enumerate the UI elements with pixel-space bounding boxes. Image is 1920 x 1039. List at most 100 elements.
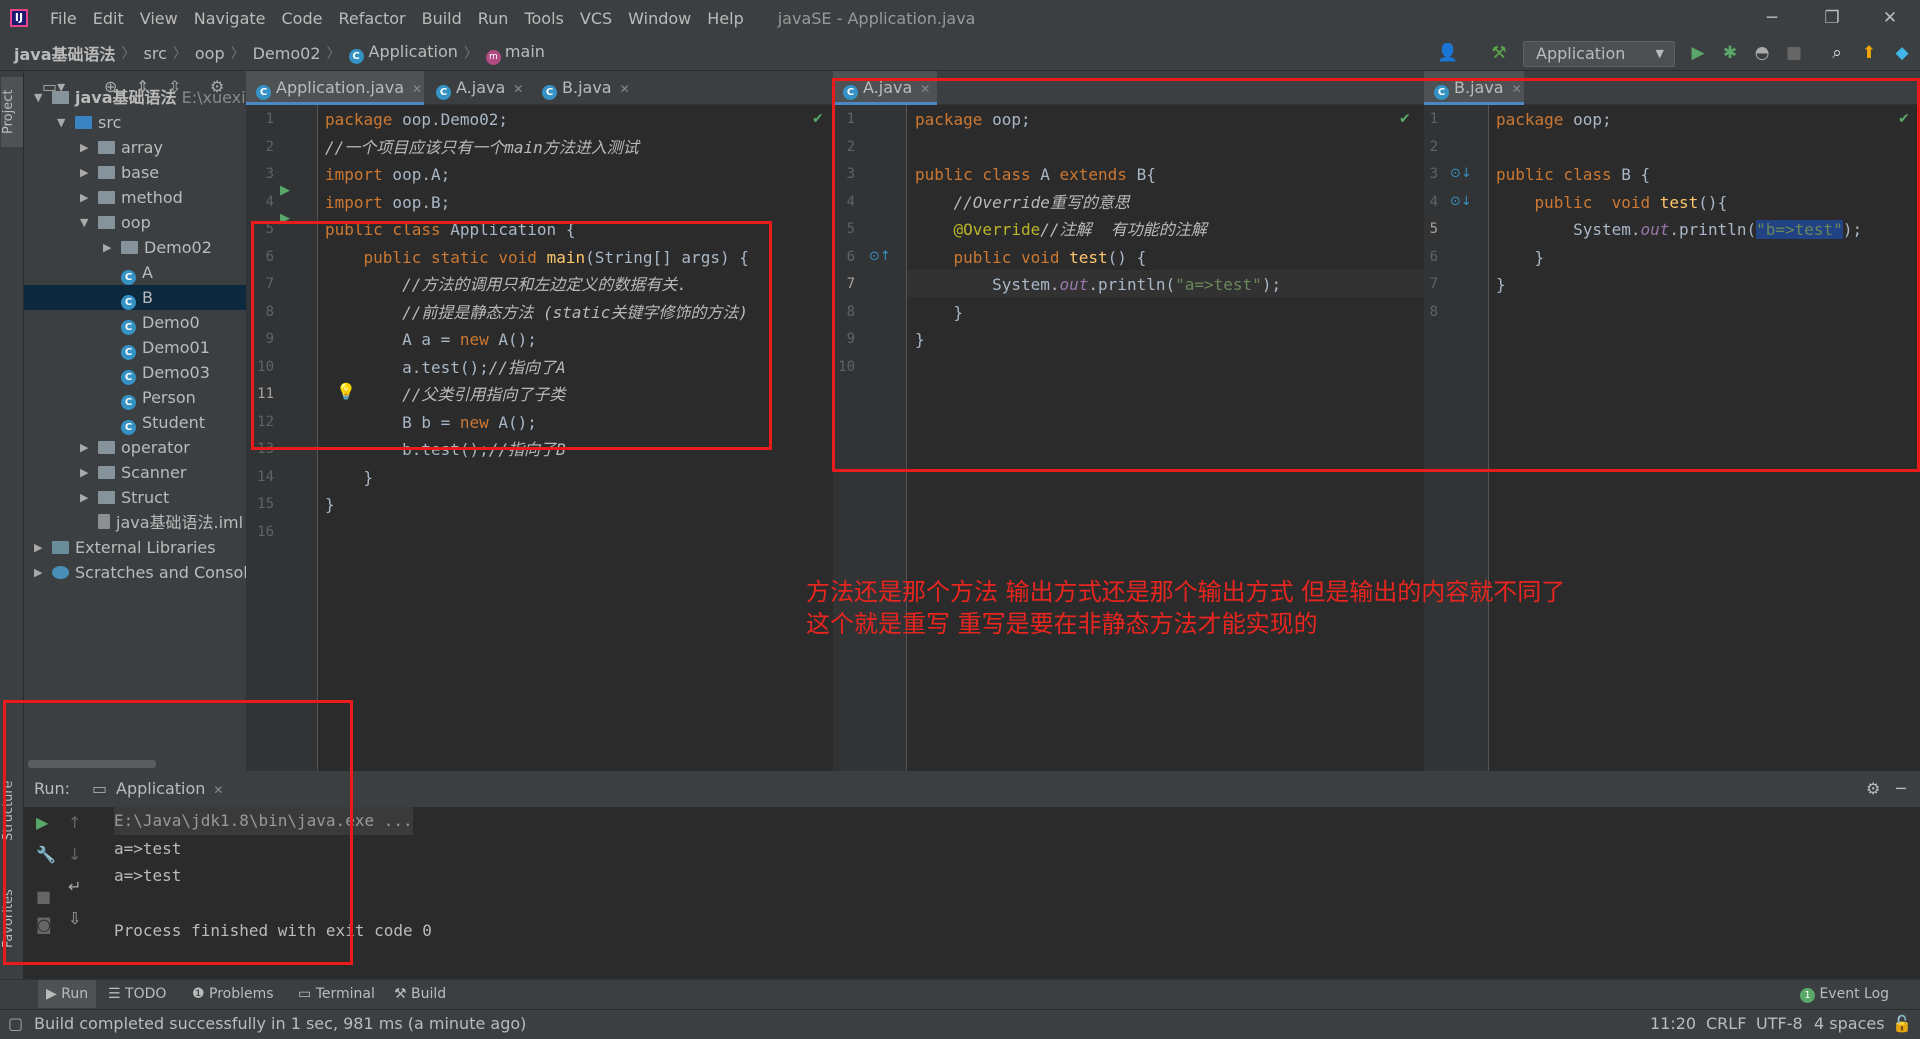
bottom-tab-event-log[interactable]: 1 Event Log [1800, 980, 1889, 1008]
close-icon[interactable]: ✕ [412, 82, 422, 96]
tree-item[interactable]: ▶ method [24, 185, 246, 210]
toolbox-icon[interactable]: ◆ [1888, 38, 1916, 68]
chevron-down-icon[interactable]: ▼ [57, 110, 65, 135]
bottom-tab-build[interactable]: ⚒ Build [394, 980, 446, 1008]
chevron-right-icon[interactable]: ▶ [80, 460, 88, 485]
update-icon[interactable]: ⬆ [1855, 38, 1883, 68]
debug-icon[interactable]: ✱ [1716, 38, 1744, 68]
bottom-tab-terminal[interactable]: ▭ Terminal [298, 980, 375, 1008]
breadcrumb-project[interactable]: java基础语法 [10, 41, 118, 65]
build-hammer-icon[interactable]: ⚒ [1485, 38, 1513, 68]
tree-item[interactable]: ▶ array [24, 135, 246, 160]
close-icon[interactable]: ✕ [620, 82, 630, 96]
tree-item[interactable]: C Demo0 [24, 310, 246, 335]
tree-item[interactable]: C Demo03 [24, 360, 246, 385]
search-icon[interactable]: ⌕ [1823, 38, 1851, 68]
status-position[interactable]: 11:20 [1650, 1010, 1696, 1038]
breadcrumb-separator-icon: 〉 [172, 46, 187, 62]
tab-label: Application.java [276, 78, 405, 97]
chevron-right-icon[interactable]: ▶ [80, 435, 88, 460]
breadcrumb-oop[interactable]: oop [191, 44, 227, 63]
tree-item[interactable]: C Person [24, 385, 246, 410]
chevron-right-icon[interactable]: ▶ [80, 160, 88, 185]
menu-build[interactable]: Build [414, 9, 470, 28]
lock-icon[interactable]: 🔓 [1892, 1010, 1912, 1038]
menu-file[interactable]: File [42, 9, 85, 28]
tree-item[interactable]: ▶ base [24, 160, 246, 185]
menu-tools[interactable]: Tools [516, 9, 571, 28]
hide-panel-icon[interactable]: ─ [1896, 771, 1906, 807]
tree-item[interactable]: ▼ src [24, 110, 246, 135]
tree-item[interactable]: ▼ java基础语法 E:\xuexi\ [24, 85, 251, 110]
coverage-icon[interactable]: ◓ [1748, 38, 1776, 68]
chevron-right-icon[interactable]: ▶ [103, 235, 111, 260]
menu-code[interactable]: Code [274, 9, 331, 28]
status-message[interactable]: Build completed successfully in 1 sec, 9… [34, 1010, 526, 1038]
tree-item[interactable]: ▼ oop [24, 210, 246, 235]
tree-item-label: oop [121, 213, 151, 232]
tree-item[interactable]: CA [24, 260, 246, 285]
close-window-icon[interactable]: ✕ [1860, 0, 1920, 36]
tree-item-content: array [98, 135, 163, 160]
gear-icon[interactable]: ⚙ [1866, 771, 1880, 807]
menu-refactor[interactable]: Refactor [330, 9, 413, 28]
minimize-icon[interactable]: ─ [1742, 0, 1802, 36]
tree-item[interactable]: C Student [24, 410, 246, 435]
close-icon[interactable]: ✕ [513, 82, 523, 96]
project-tool-tab[interactable]: Project [1, 77, 23, 147]
bottom-tab-todo[interactable]: ☰ TODO [108, 980, 166, 1008]
tree-item-content: src [75, 110, 121, 135]
tree-item[interactable]: ▶ operator [24, 435, 246, 460]
tree-item-content: java基础语法.iml [98, 510, 243, 535]
bottom-tab-problems[interactable]: ❶ Problems [192, 980, 274, 1008]
menu-run[interactable]: Run [470, 9, 517, 28]
menu-navigate[interactable]: Navigate [186, 9, 274, 28]
status-line-separator[interactable]: CRLF [1706, 1010, 1746, 1038]
tree-item[interactable]: java基础语法.iml [24, 510, 246, 535]
run-icon[interactable]: ▶ [1684, 38, 1712, 68]
tree-item[interactable]: ▶ Scratches and Consoles [24, 560, 266, 585]
run-config-select[interactable]: Application ▼ [1523, 41, 1675, 67]
breadcrumb-application[interactable]: C Application [345, 42, 460, 64]
menu-view[interactable]: View [132, 9, 186, 28]
tree-item-content: C Person [121, 385, 196, 410]
stop-icon[interactable]: ■ [1780, 38, 1808, 68]
breadcrumb-src[interactable]: src [140, 44, 169, 63]
chevron-right-icon[interactable]: ▶ [80, 485, 88, 510]
status-encoding[interactable]: UTF-8 [1756, 1010, 1803, 1038]
menu-edit[interactable]: Edit [85, 9, 132, 28]
tree-item[interactable]: ▶ Demo02 [24, 235, 246, 260]
chevron-right-icon[interactable]: ▶ [34, 535, 42, 560]
restore-icon[interactable]: ❐ [1802, 0, 1862, 36]
tab-a-java[interactable]: C A.java ✕ [426, 71, 532, 105]
menu-help[interactable]: Help [699, 9, 751, 28]
breadcrumb-main[interactable]: m main [482, 42, 547, 65]
tab-b-java[interactable]: C B.java ✕ [532, 71, 636, 105]
tab-application-java[interactable]: C Application.java ✕ [246, 71, 424, 105]
tree-item[interactable]: ▶ External Libraries [24, 535, 246, 560]
chevron-right-icon[interactable]: ▶ [34, 560, 42, 585]
chevron-right-icon[interactable]: ▶ [80, 135, 88, 160]
tree-item[interactable]: CB [24, 285, 246, 310]
breadcrumb-demo02[interactable]: Demo02 [249, 44, 323, 63]
tree-item-label: Person [142, 388, 196, 407]
tree-item-label: Scanner [121, 463, 187, 482]
menu-vcs[interactable]: VCS [572, 9, 620, 28]
window-title: javaSE - Application.java [777, 8, 976, 28]
tree-item-label: method [121, 188, 183, 207]
bottom-tab-label: Build [411, 986, 447, 1002]
tree-item[interactable]: ▶ Scanner [24, 460, 246, 485]
chevron-right-icon[interactable]: ▶ [80, 185, 88, 210]
tree-item[interactable]: C Demo01 [24, 335, 246, 360]
chevron-down-icon[interactable]: ▼ [34, 85, 42, 110]
bottom-tab-label: Run [61, 986, 89, 1002]
chevron-down-icon[interactable]: ▼ [80, 210, 88, 235]
status-indent[interactable]: 4 spaces [1814, 1010, 1885, 1038]
bottom-tab-run[interactable]: ▶ Run [38, 980, 97, 1008]
user-icon[interactable]: 👤 [1434, 38, 1462, 68]
run-gutter-icon[interactable]: ▶ [280, 183, 290, 198]
status-toggle-icon[interactable]: ▢ [8, 1010, 23, 1038]
folder-icon [75, 116, 92, 129]
tree-item[interactable]: ▶ Struct [24, 485, 246, 510]
menu-window[interactable]: Window [620, 9, 699, 28]
